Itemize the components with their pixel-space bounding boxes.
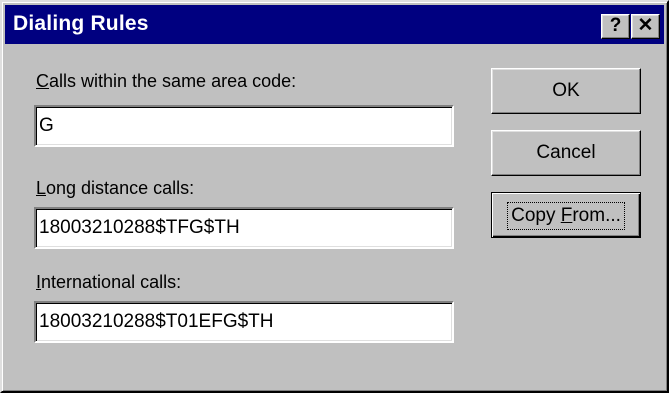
long-distance-mnemonic: L [36,178,47,198]
copy-from-label: Copy From... [507,202,625,230]
close-icon: ✕ [637,15,654,36]
long-distance-input[interactable]: 18003210288$TFG$TH [34,207,454,249]
copy-from-mnemonic: F [560,205,573,226]
international-input[interactable]: 18003210288$T01EFG$TH [34,301,454,343]
long-distance-label: Long distance calls: [36,177,194,199]
help-icon: ? [609,15,622,36]
international-label: International calls: [36,271,181,293]
window-title: Dialing Rules [13,12,149,35]
copy-from-prefix: Copy [511,205,561,226]
help-button[interactable]: ? [601,14,630,39]
long-distance-label-text: ong distance calls: [46,178,195,198]
dialing-rules-dialog: Dialing Rules ? ✕ Calls within the same … [0,0,669,393]
local-calls-mnemonic: C [36,71,49,91]
international-label-text: nternational calls: [41,272,182,292]
ok-button[interactable]: OK [491,68,641,114]
cancel-button[interactable]: Cancel [491,130,641,176]
local-calls-label-text: alls within the same area code: [49,71,297,91]
close-button[interactable]: ✕ [631,14,660,39]
copy-from-button[interactable]: Copy From... [491,192,641,238]
title-bar[interactable]: Dialing Rules ? ✕ [5,5,664,44]
local-calls-label: Calls within the same area code: [36,70,296,92]
local-calls-input[interactable]: G [34,105,454,147]
copy-from-rest: rom... [572,205,621,226]
